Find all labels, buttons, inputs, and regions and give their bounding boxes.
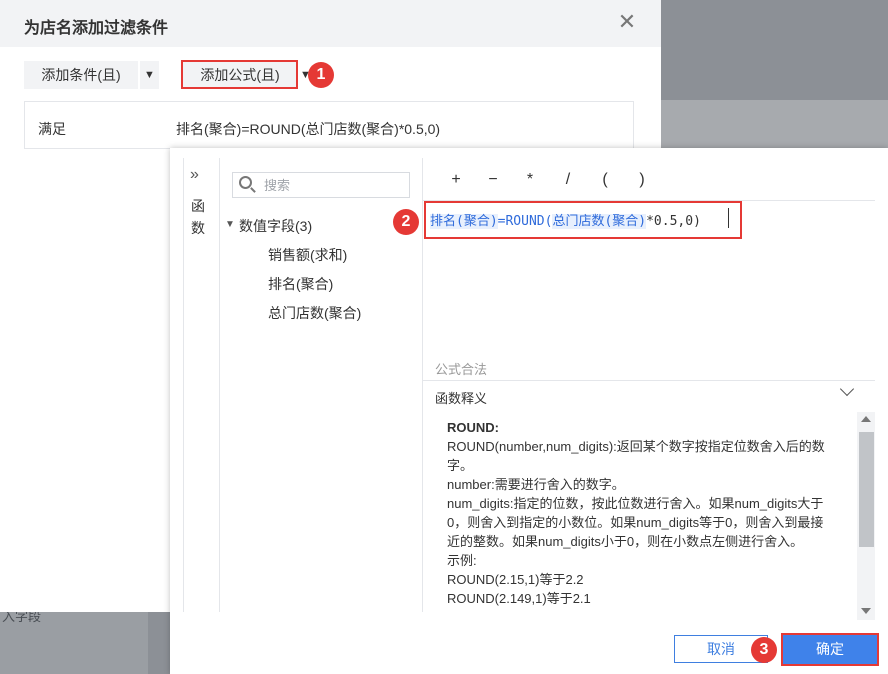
overlay-strip xyxy=(661,100,888,155)
search-input[interactable] xyxy=(264,176,404,194)
tree-item-rank[interactable]: 排名(聚合) xyxy=(268,274,333,294)
add-formula-button[interactable]: 添加公式(且) xyxy=(183,62,297,88)
tree-item-sales[interactable]: 销售额(求和) xyxy=(268,245,347,265)
scroll-down-icon[interactable] xyxy=(861,608,871,614)
tree-root-numeric-fields[interactable]: 数值字段(3) xyxy=(239,216,312,236)
explain-header[interactable] xyxy=(423,380,875,412)
explain-title: 函数释义 xyxy=(435,391,488,406)
formula-function-token: =ROUND( xyxy=(497,214,553,229)
function-tab-label[interactable]: 函数 xyxy=(190,195,206,239)
validation-status: 公式合法 xyxy=(435,362,488,377)
explain-body: ROUND: ROUND(number,num_digits):返回某个数字按指… xyxy=(447,418,832,620)
scrollbar-thumb[interactable] xyxy=(859,432,874,547)
condition-label: 满足 xyxy=(38,121,66,137)
scroll-up-icon[interactable] xyxy=(861,416,871,422)
operator-minus[interactable]: − xyxy=(484,171,502,189)
step-badge-2: 2 xyxy=(393,209,419,235)
explain-line: 示例: xyxy=(447,553,477,568)
text-cursor xyxy=(728,208,729,228)
operator-plus[interactable]: + xyxy=(447,171,465,189)
formula-text[interactable]: 排名(聚合)=ROUND(总门店数(聚合)*0.5,0) xyxy=(430,210,701,229)
explain-line: ROUND(2.15,1)等于2.2 xyxy=(447,572,584,587)
tree-expand-icon[interactable]: ▼ xyxy=(225,219,235,230)
tree-item-store-count[interactable]: 总门店数(聚合) xyxy=(268,303,361,323)
filter-dialog-title: 为店名添加过滤条件 xyxy=(24,20,169,37)
double-chevron-right-icon[interactable]: » xyxy=(190,166,199,184)
operator-multiply[interactable]: * xyxy=(521,171,539,189)
formula-tail-token: *0.5,0) xyxy=(646,214,701,229)
explain-line: number:需要进行舍入的数字。 xyxy=(447,477,625,492)
step-badge-1: 1 xyxy=(308,62,334,88)
operator-right-paren[interactable]: ) xyxy=(633,171,651,189)
explain-line: ROUND(2.149,1)等于2.1 xyxy=(447,591,591,606)
explain-line: ROUND(number,num_digits):返回某个数字按指定位数舍入后的… xyxy=(447,439,825,473)
caret-down-icon[interactable]: ▼ xyxy=(140,61,159,89)
explain-line: num_digits:指定的位数，按此位数进行舍入。如果num_digits大于… xyxy=(447,496,824,549)
confirm-button[interactable]: 确定 xyxy=(783,635,877,664)
condition-expression[interactable]: 排名(聚合)=ROUND(总门店数(聚合)*0.5,0) xyxy=(176,119,440,139)
operator-divide[interactable]: / xyxy=(559,171,577,189)
explain-function-name: ROUND: xyxy=(447,420,499,435)
close-icon[interactable]: ✕ xyxy=(615,10,639,34)
formula-field-token: 排名(聚合) xyxy=(430,214,498,229)
formula-field-token: 总门店数(聚合) xyxy=(552,214,647,229)
add-condition-button[interactable]: 添加条件(且) xyxy=(24,61,138,89)
step-badge-3: 3 xyxy=(751,637,777,663)
operator-left-paren[interactable]: ( xyxy=(596,171,614,189)
